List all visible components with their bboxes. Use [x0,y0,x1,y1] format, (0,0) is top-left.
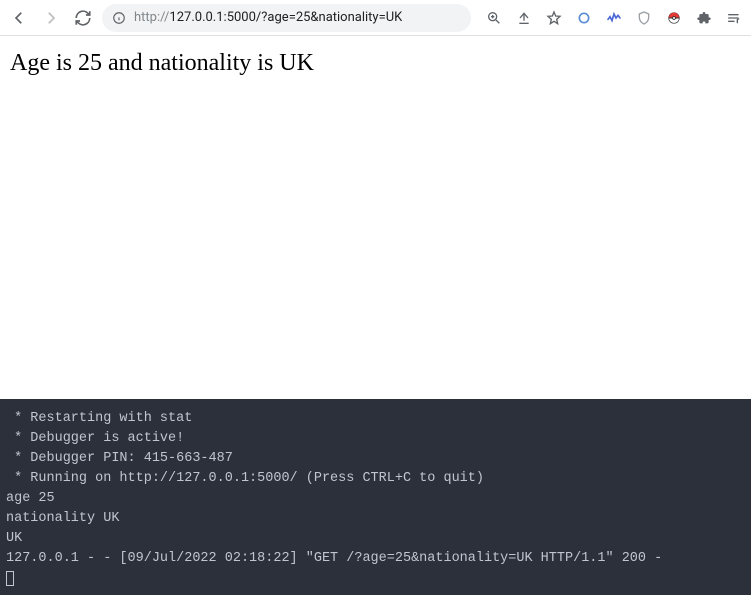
back-button[interactable] [6,5,32,31]
page-content: Age is 25 and nationality is UK [0,36,751,399]
browser-toolbar: http://127.0.0.1:5000/?age=25&nationalit… [0,0,751,36]
terminal-line: * Restarting with stat [6,411,192,426]
url-path: 127.0.0.1:5000/?age=25&nationality=UK [169,10,402,25]
extension-icon-blue-circle[interactable] [573,7,595,29]
share-icon[interactable] [513,7,535,29]
reload-button[interactable] [70,5,96,31]
url-protocol: http:// [134,10,169,25]
page-heading: Age is 25 and nationality is UK [10,50,741,77]
extension-icon-wave[interactable] [603,7,625,29]
terminal-line: * Debugger PIN: 415-663-487 [6,451,233,466]
terminal-line: * Debugger is active! [6,431,184,446]
url-text: http://127.0.0.1:5000/?age=25&nationalit… [134,10,402,25]
zoom-icon[interactable] [483,7,505,29]
extension-icon-pokeball[interactable] [663,7,685,29]
terminal-line: 127.0.0.1 - - [09/Jul/2022 02:18:22] "GE… [6,551,662,566]
extensions-puzzle-icon[interactable] [693,7,715,29]
extension-icon-shield[interactable] [633,7,655,29]
playlist-icon[interactable] [723,7,745,29]
bookmark-star-icon[interactable] [543,7,565,29]
terminal-cursor [6,571,14,586]
terminal-panel[interactable]: * Restarting with stat * Debugger is act… [0,399,751,595]
site-info-icon[interactable] [112,11,126,25]
terminal-line: UK [6,531,22,546]
address-bar[interactable]: http://127.0.0.1:5000/?age=25&nationalit… [102,4,471,32]
terminal-line: age 25 [6,491,55,506]
terminal-line: nationality UK [6,511,119,526]
toolbar-right-icons [483,7,745,29]
terminal-line: * Running on http://127.0.0.1:5000/ (Pre… [6,471,484,486]
forward-button[interactable] [38,5,64,31]
